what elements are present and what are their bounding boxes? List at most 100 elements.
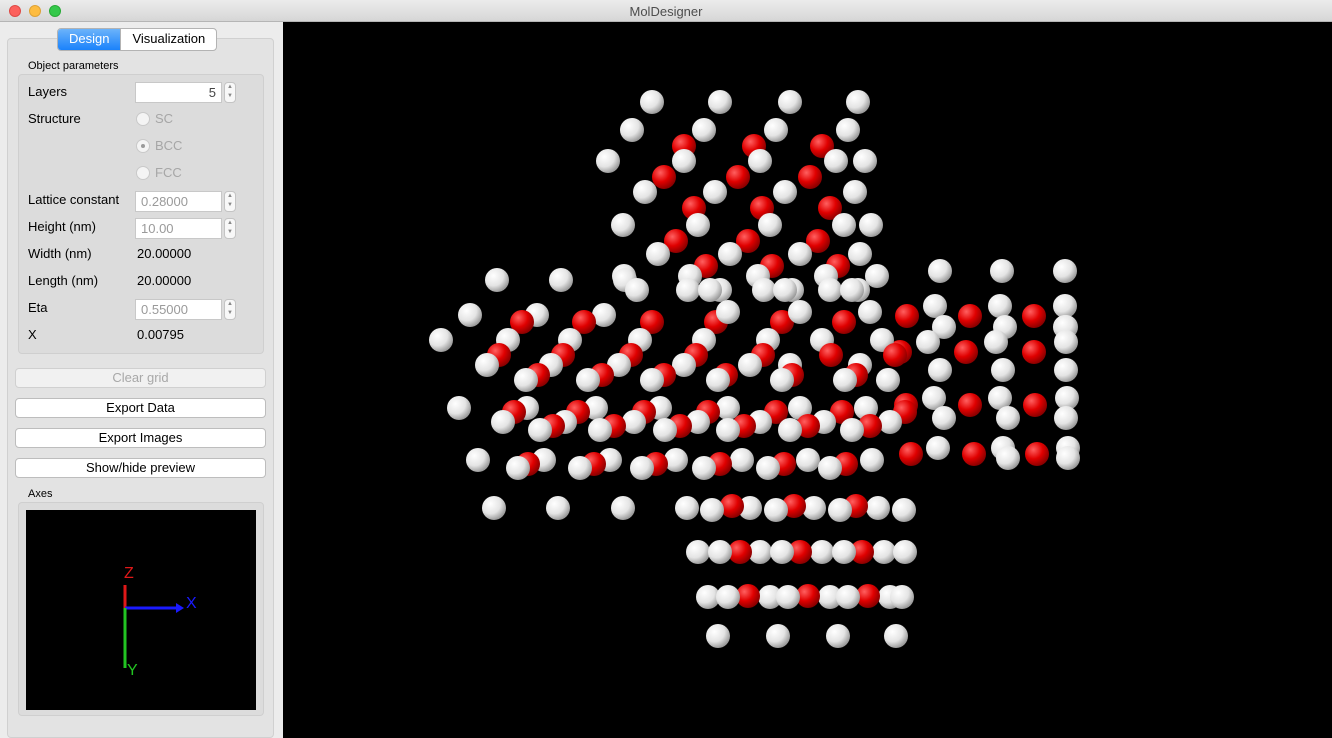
white-atom	[596, 149, 620, 173]
white-atom	[810, 540, 834, 564]
red-atom	[962, 442, 986, 466]
lattice-constant-input[interactable]: 0.28000	[135, 191, 222, 212]
white-atom	[836, 585, 860, 609]
width-label: Width (nm)	[28, 246, 92, 261]
white-atom	[923, 294, 947, 318]
white-atom	[514, 368, 538, 392]
white-atom	[764, 118, 788, 142]
white-atom	[622, 410, 646, 434]
white-atom	[764, 498, 788, 522]
white-atom	[706, 368, 730, 392]
white-atom	[646, 242, 670, 266]
white-atom	[672, 149, 696, 173]
white-atom	[778, 90, 802, 114]
eta-input[interactable]: 0.55000	[135, 299, 222, 320]
white-atom	[630, 456, 654, 480]
white-atom	[818, 278, 842, 302]
white-atom	[703, 180, 727, 204]
white-atom	[773, 180, 797, 204]
white-atom	[700, 498, 724, 522]
object-parameters-label: Object parameters	[28, 60, 119, 72]
molecule-scene[interactable]	[283, 22, 1332, 738]
white-atom	[692, 118, 716, 142]
red-atom	[899, 442, 923, 466]
white-atom	[991, 358, 1015, 382]
eta-label: Eta	[28, 300, 48, 315]
white-atom	[1053, 259, 1077, 283]
white-atom	[1054, 406, 1078, 430]
height-stepper[interactable]: ▲ ▼	[224, 218, 236, 239]
tab-visualization[interactable]: Visualization	[120, 29, 216, 50]
white-atom	[653, 418, 677, 442]
length-label: Length (nm)	[28, 273, 99, 288]
white-atom	[528, 418, 552, 442]
length-value: 20.00000	[137, 273, 192, 288]
red-atom	[1022, 304, 1046, 328]
white-atom	[716, 300, 740, 324]
y-axis-label: Y	[127, 662, 138, 679]
red-atom	[958, 393, 982, 417]
white-atom	[716, 585, 740, 609]
white-atom	[996, 406, 1020, 430]
white-atom	[876, 368, 900, 392]
white-atom	[549, 268, 573, 292]
width-value: 20.00000	[137, 246, 192, 261]
white-atom	[676, 278, 700, 302]
axes-preview: Z X Y	[26, 510, 256, 710]
radio-label: FCC	[155, 165, 182, 180]
white-atom	[716, 396, 740, 420]
export-images-button[interactable]: Export Images	[15, 428, 266, 448]
height-label: Height (nm)	[28, 219, 96, 234]
height-input[interactable]: 10.00	[135, 218, 222, 239]
red-atom	[819, 343, 843, 367]
red-atom	[1023, 393, 1047, 417]
radio-label: SC	[155, 111, 174, 126]
layers-stepper[interactable]: ▲ ▼	[224, 82, 236, 103]
3d-viewport[interactable]	[283, 22, 1332, 738]
layers-input[interactable]: 5	[135, 82, 222, 103]
red-atom	[652, 165, 676, 189]
white-atom	[893, 540, 917, 564]
tab-design[interactable]: Design	[58, 29, 121, 50]
white-atom	[840, 278, 864, 302]
white-atom	[926, 436, 950, 460]
clear-grid-button[interactable]: Clear grid	[15, 368, 266, 388]
white-atom	[730, 448, 754, 472]
white-atom	[706, 624, 730, 648]
white-atom	[788, 242, 812, 266]
white-atom	[588, 418, 612, 442]
white-atom	[984, 330, 1008, 354]
red-atom	[1025, 442, 1049, 466]
white-atom	[738, 353, 762, 377]
structure-label: Structure	[28, 111, 81, 126]
show-hide-preview-button[interactable]: Show/hide preview	[15, 458, 266, 478]
white-atom	[788, 300, 812, 324]
white-atom	[872, 540, 896, 564]
white-atom	[884, 624, 908, 648]
red-atom	[958, 304, 982, 328]
red-atom	[1022, 340, 1046, 364]
z-axis-label: Z	[124, 565, 134, 582]
white-atom	[1054, 330, 1078, 354]
eta-stepper[interactable]: ▲ ▼	[224, 299, 236, 320]
lattice-constant-stepper[interactable]: ▲ ▼	[224, 191, 236, 212]
white-atom	[491, 410, 515, 434]
white-atom	[824, 149, 848, 173]
white-atom	[916, 330, 940, 354]
white-atom	[828, 498, 852, 522]
export-data-button[interactable]: Export Data	[15, 398, 266, 418]
white-atom	[818, 456, 842, 480]
white-atom	[770, 540, 794, 564]
tab-bar: Design Visualization	[57, 28, 218, 51]
white-atom	[611, 213, 635, 237]
white-atom	[778, 418, 802, 442]
white-atom	[928, 259, 952, 283]
white-atom	[429, 328, 453, 352]
white-atom	[466, 448, 490, 472]
white-atom	[752, 278, 776, 302]
white-atom	[848, 242, 872, 266]
x-value: 0.00795	[137, 327, 184, 342]
white-atom	[692, 456, 716, 480]
white-atom	[996, 446, 1020, 470]
white-atom	[866, 496, 890, 520]
